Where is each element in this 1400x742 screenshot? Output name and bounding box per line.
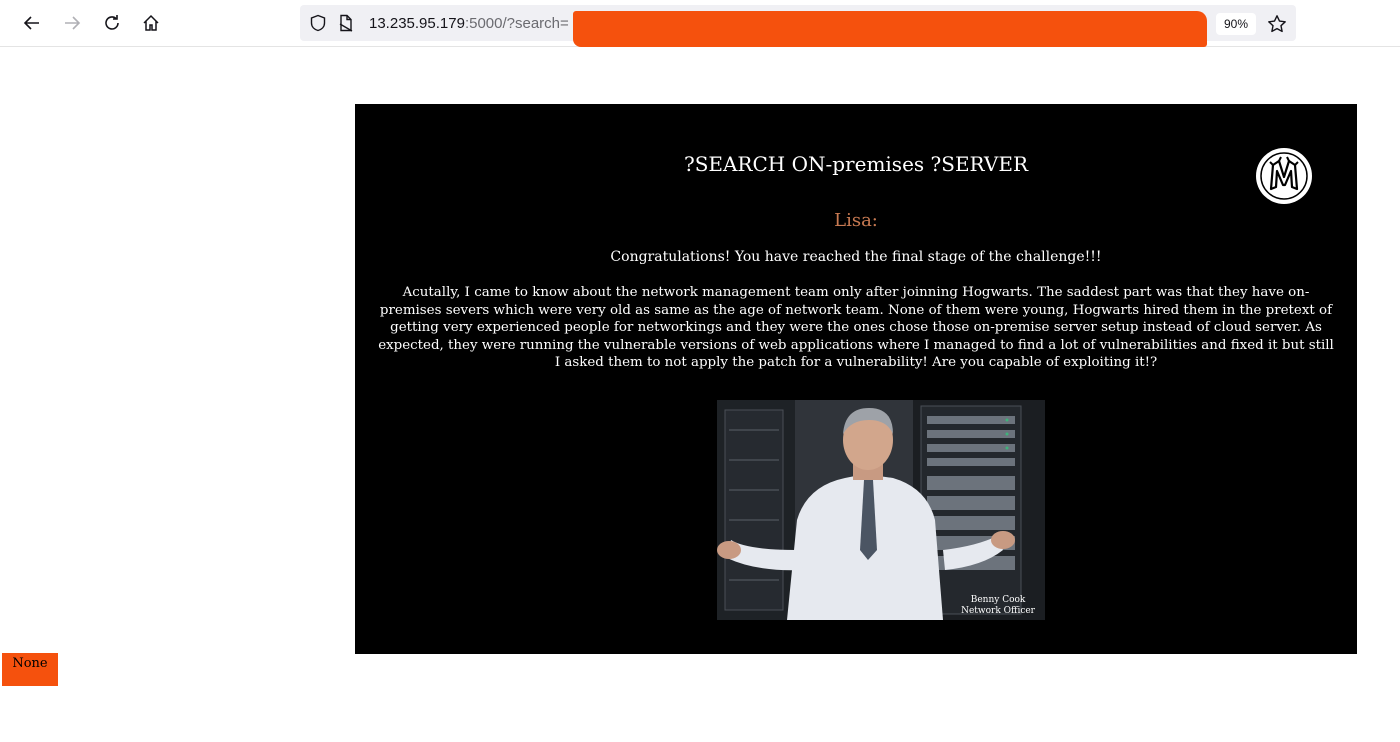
home-button[interactable] xyxy=(138,10,164,36)
reload-button[interactable] xyxy=(99,10,125,36)
page-icon[interactable] xyxy=(336,13,356,33)
forward-button[interactable] xyxy=(59,10,85,36)
challenge-panel: ?SEARCH ON-premises ?SERVER Lisa: Congra… xyxy=(355,104,1357,654)
search-result-output: None xyxy=(2,653,58,686)
url-host: 13.235.95.179 xyxy=(369,15,465,32)
speaker-label: Lisa: xyxy=(834,210,878,231)
star-icon xyxy=(1268,15,1286,33)
gif-caption-name: Benny Cook xyxy=(970,595,1026,605)
reload-icon xyxy=(105,15,119,30)
browser-toolbar: 13.235.95.179:5000/?search= 90% xyxy=(0,0,1400,47)
network-officer-gif: Benny Cook Network Officer xyxy=(717,400,1045,620)
bookmark-button[interactable] xyxy=(1266,13,1288,35)
arrow-right-icon xyxy=(65,16,81,30)
shield-icon[interactable] xyxy=(308,13,328,33)
url-path: :5000/?search= xyxy=(464,15,569,32)
zoom-level-badge[interactable]: 90% xyxy=(1216,13,1256,35)
gif-caption-role: Network Officer xyxy=(961,606,1035,616)
congrats-message: Congratulations! You have reached the fi… xyxy=(610,249,1102,265)
redaction-mark xyxy=(573,11,1207,47)
server-room-image xyxy=(717,400,1045,620)
story-paragraph: Acutally, I came to know about the netwo… xyxy=(378,285,1334,370)
home-icon xyxy=(143,14,159,31)
back-button[interactable] xyxy=(19,10,45,36)
page-title: ?SEARCH ON-premises ?SERVER xyxy=(683,152,1029,176)
address-bar[interactable]: 13.235.95.179:5000/?search= 90% xyxy=(300,5,1296,47)
arrow-left-icon xyxy=(23,16,39,30)
gif-caption: Benny Cook Network Officer xyxy=(961,595,1035,617)
logo-icon xyxy=(1256,148,1312,204)
